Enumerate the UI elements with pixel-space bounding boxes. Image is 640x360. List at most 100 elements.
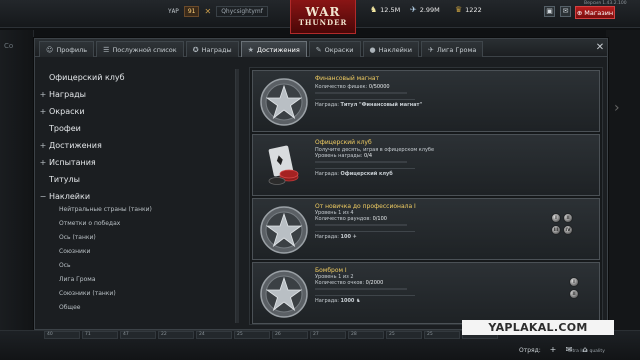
menu-item-decals[interactable]: − Наклейки xyxy=(37,192,90,201)
achievement-progress-text: Количество фишек: 0/50000 xyxy=(315,84,390,90)
achievement-reward: Награда: Титул "Финансовый магнат" xyxy=(315,102,422,108)
vehicle-slot[interactable]: 47 xyxy=(120,331,156,339)
menu-item-challenges[interactable]: + Испытания xyxy=(37,158,96,167)
wing-icon: ✈ xyxy=(427,45,434,54)
player-nickname[interactable]: Qhycsightymf xyxy=(216,6,268,17)
star-medal-icon xyxy=(260,270,308,318)
achievement-progress-bar xyxy=(315,161,407,163)
stage-medal[interactable]: II xyxy=(563,213,573,223)
tab-profile[interactable]: ☺ Профиль xyxy=(39,41,95,57)
menu-item-label: Достижения xyxy=(49,141,102,150)
vehicle-slot[interactable]: 22 xyxy=(158,331,194,339)
progress-label: Количество раундов: xyxy=(315,216,371,222)
plus-icon[interactable]: + xyxy=(548,345,558,355)
player-level: 91 xyxy=(183,6,200,17)
gift-icon[interactable]: ✉ xyxy=(560,6,571,17)
progress-label: Уровень награды: xyxy=(315,153,363,159)
card-chips-icon xyxy=(268,145,299,185)
logo-thunder-text: THUNDER xyxy=(298,18,348,27)
vehicle-slot[interactable]: 26 xyxy=(272,331,308,339)
tab-camouflages[interactable]: ✎ Окраски xyxy=(308,41,361,57)
progress-value: 0/4 xyxy=(364,153,373,159)
achievement-card-bomber[interactable]: Бомбром I Уровень 1 из 2 Количество очко… xyxy=(252,262,600,324)
vehicle-slot[interactable]: 25 xyxy=(234,331,270,339)
divider xyxy=(315,295,415,296)
background-left-panel xyxy=(0,30,34,330)
menu-item-titles[interactable]: Титулы xyxy=(37,175,80,184)
vehicle-slot[interactable]: 40 xyxy=(44,331,80,339)
tab-service-record[interactable]: ☰ Послужной список xyxy=(96,41,184,57)
stage-medal[interactable]: II xyxy=(569,289,579,299)
sub-item-axis[interactable]: Ось xyxy=(59,262,71,269)
tab-label: Окраски xyxy=(324,45,354,54)
research-points-value: 1222 xyxy=(465,5,482,14)
progress-value: 0/100 xyxy=(372,216,387,222)
sub-item-allies[interactable]: Союзники xyxy=(59,248,90,255)
silver-lions-counter[interactable]: ♞ 12.5M xyxy=(370,5,400,14)
menu-scrollbar[interactable] xyxy=(235,69,239,323)
player-info[interactable]: YAP 91 ✕ Qhycsightymf xyxy=(168,6,268,17)
vehicle-slot[interactable]: 24 xyxy=(196,331,232,339)
achievement-progress-bar xyxy=(315,288,407,290)
collapse-icon: − xyxy=(39,192,47,201)
stage-medal[interactable]: I xyxy=(569,277,579,287)
background-right-panel xyxy=(606,30,640,330)
achievement-title: Бомбром I xyxy=(315,267,347,274)
monitor-icon[interactable]: ▣ xyxy=(544,6,555,17)
achievement-reward: Награда: Офицерский клуб xyxy=(315,171,393,177)
star-medal-icon xyxy=(260,206,308,254)
tab-thunder-league[interactable]: ✈ Лига Грома xyxy=(420,41,484,57)
menu-item-trophies[interactable]: Трофеи xyxy=(37,124,81,133)
sub-item-allies-tanks[interactable]: Союзники (танки) xyxy=(59,290,116,297)
sub-item-victory-marks[interactable]: Отметки о победах xyxy=(59,220,120,227)
chevron-right-icon[interactable]: › xyxy=(614,100,628,120)
achievement-list: Финансовый магнат Количество фишек: 0/50… xyxy=(249,67,603,325)
sub-item-neutral-tanks[interactable]: Нейтральные страны (танки) xyxy=(59,206,152,213)
tab-label: Наклейки xyxy=(378,45,412,54)
achievement-progress-bar xyxy=(315,224,407,226)
version-text: Версия 1.43.2.100 xyxy=(584,1,627,6)
achievement-title: Финансовый магнат xyxy=(315,75,380,82)
topbar-icons: ▣ ✉ xyxy=(544,6,571,17)
achievement-card-novice-to-pro[interactable]: От новичка до профессионала I Уровень 1 … xyxy=(252,198,600,260)
achievement-progress-text: Количество очков: 0/2000 xyxy=(315,280,383,286)
research-points-counter[interactable]: ♛ 1222 xyxy=(455,5,482,14)
tab-awards[interactable]: ✪ Награды xyxy=(185,41,239,57)
shop-button[interactable]: ⊕ Магазин xyxy=(575,6,615,19)
menu-item-camouflages[interactable]: + Окраски xyxy=(37,107,85,116)
progress-label: Количество фишек: xyxy=(315,84,368,90)
stage-medal[interactable]: III xyxy=(551,225,561,235)
cart-icon: ⊕ xyxy=(576,8,583,17)
tab-label: Лига Грома xyxy=(436,45,477,54)
profile-icon: ☺ xyxy=(46,45,54,54)
stage-medal[interactable]: I xyxy=(551,213,561,223)
vehicle-slot[interactable]: 71 xyxy=(82,331,118,339)
expand-icon: + xyxy=(39,141,47,150)
squad-label[interactable]: Отряд: xyxy=(519,347,541,354)
sub-item-axis-tanks[interactable]: Ось (танки) xyxy=(59,234,96,241)
achievement-card-financial-magnate[interactable]: Финансовый магнат Количество фишек: 0/50… xyxy=(252,70,600,132)
stage-medal[interactable]: IV xyxy=(563,225,573,235)
achievement-card-officer-club[interactable]: Офицерский клуб Получите десять, играя в… xyxy=(252,134,600,196)
vehicle-slot[interactable]: 27 xyxy=(310,331,346,339)
sub-item-thunder-league[interactable]: Лига Грома xyxy=(59,276,96,283)
tab-label: Достижения xyxy=(256,45,300,54)
golden-eagle-icon: ✈ xyxy=(352,234,357,240)
close-icon[interactable]: ✕ xyxy=(594,42,606,54)
menu-item-awards[interactable]: + Награды xyxy=(37,90,86,99)
game-logo[interactable]: WAR THUNDER xyxy=(290,0,356,34)
reward-label: Награда: xyxy=(315,234,339,240)
menu-item-label: Титулы xyxy=(49,175,80,184)
vehicle-slot[interactable]: 28 xyxy=(348,331,384,339)
site-watermark: YAPLAKAL.COM xyxy=(462,320,614,335)
golden-eagles-counter[interactable]: ✈ 2.99M xyxy=(410,5,440,14)
menu-item-label: Награды xyxy=(49,90,86,99)
vehicle-slot[interactable]: 25 xyxy=(424,331,460,339)
menu-item-officer-club[interactable]: Офицерский клуб xyxy=(37,73,125,82)
menu-item-achievements[interactable]: + Достижения xyxy=(37,141,102,150)
sub-item-general[interactable]: Общее xyxy=(59,304,80,311)
tab-achievements[interactable]: ★ Достижения xyxy=(240,41,307,57)
vehicle-slot[interactable]: 25 xyxy=(386,331,422,339)
tab-decals[interactable]: ● Наклейки xyxy=(362,41,419,57)
list-icon: ☰ xyxy=(103,45,110,54)
